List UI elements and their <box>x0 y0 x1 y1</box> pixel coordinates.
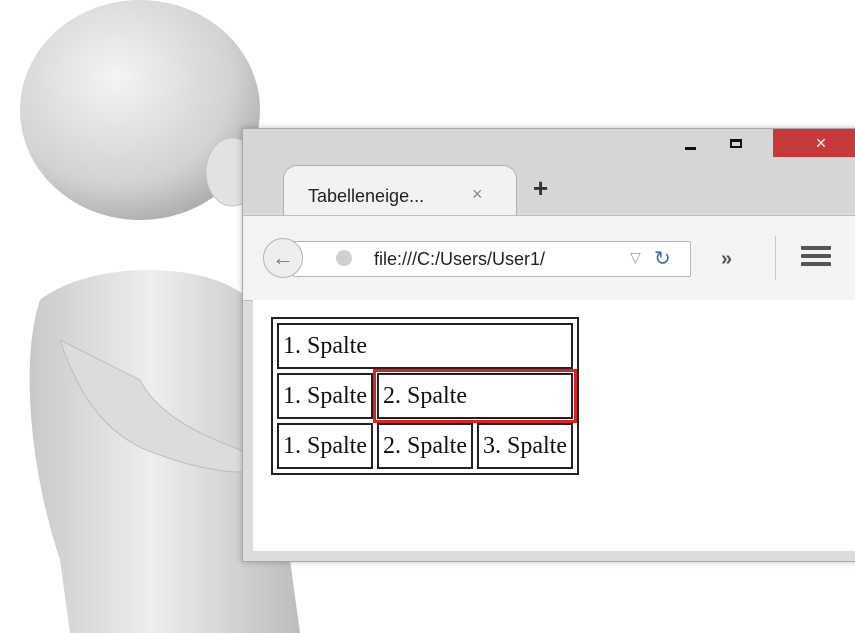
table-row: 1. Spalte 2. Spalte 3. Spalte <box>277 423 573 469</box>
table-cell: 3. Spalte <box>477 423 573 469</box>
table-cell: 1. Spalte <box>277 323 573 369</box>
title-bar: × Tabelleneige... × + <box>243 129 855 217</box>
minimize-icon <box>684 146 696 150</box>
arrow-left-icon: ← <box>272 245 294 270</box>
globe-icon <box>336 250 352 266</box>
url-dropdown-icon[interactable]: ▽ <box>630 249 641 266</box>
maximize-icon <box>730 138 742 148</box>
minimize-button[interactable] <box>671 129 709 157</box>
back-button[interactable]: ← <box>263 238 303 278</box>
tab-active[interactable]: Tabelleneige... × <box>283 165 517 217</box>
new-tab-button[interactable]: + <box>533 173 548 204</box>
demo-table: 1. Spalte 1. Spalte 2. Spalte 1. Spalte … <box>271 317 579 475</box>
overflow-chevron-icon[interactable]: » <box>721 248 732 271</box>
tab-title: Tabelleneige... <box>308 186 425 206</box>
table-cell: 2. Spalte <box>377 423 473 469</box>
maximize-button[interactable] <box>717 129 755 157</box>
browser-window: × Tabelleneige... × + file:///C:/Users/U… <box>242 128 855 562</box>
close-window-button[interactable]: × <box>773 129 855 157</box>
close-icon: × <box>815 132 827 153</box>
table-row: 1. Spalte 2. Spalte <box>277 369 577 423</box>
page-content: 1. Spalte 1. Spalte 2. Spalte 1. Spalte … <box>253 300 855 551</box>
table-cell: 1. Spalte <box>277 373 373 419</box>
table-cell-highlighted: 2. Spalte <box>373 369 577 423</box>
tab-close-icon[interactable]: × <box>472 184 483 205</box>
table-row: 1. Spalte <box>277 323 573 369</box>
divider <box>775 236 776 280</box>
navigation-bar: file:///C:/Users/User1/ ▽ ↻ ← » <box>243 215 855 301</box>
url-bar[interactable]: file:///C:/Users/User1/ ▽ ↻ <box>293 241 691 277</box>
table-cell: 1. Spalte <box>277 423 373 469</box>
hamburger-icon[interactable] <box>801 246 831 270</box>
reload-icon[interactable]: ↻ <box>654 246 671 271</box>
url-text: file:///C:/Users/User1/ <box>374 249 546 269</box>
